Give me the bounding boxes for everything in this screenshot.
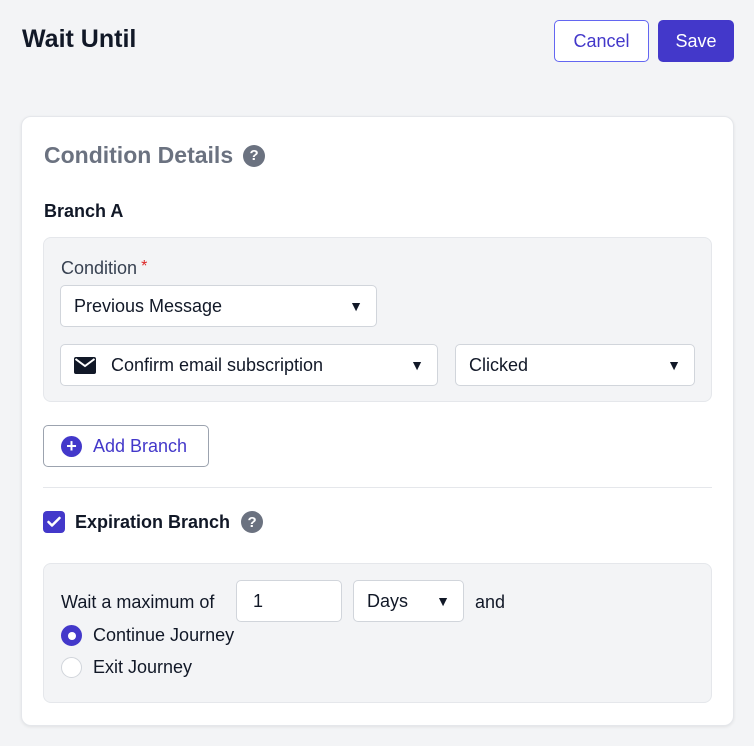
expiration-box: Wait a maximum of Days ▼ and Continue Jo…: [43, 563, 712, 703]
branch-a-box: Condition * Previous Message ▼ Confirm em…: [43, 237, 712, 402]
action-select[interactable]: Clicked ▼: [455, 344, 695, 386]
question-circle-icon[interactable]: ?: [241, 511, 264, 533]
section-title: Condition Details ?: [44, 142, 266, 169]
caret-down-icon: ▼: [436, 593, 450, 609]
radio-continue[interactable]: [61, 625, 82, 646]
checkmark-icon: [47, 516, 61, 527]
add-branch-label: Add Branch: [93, 435, 188, 456]
question-circle-icon[interactable]: ?: [243, 144, 266, 167]
wait-prefix: Wait a maximum of: [61, 592, 215, 612]
caret-down-icon: ▼: [349, 298, 363, 314]
condition-label-text: Condition: [61, 258, 138, 278]
condition-details-card: Condition Details ? Branch A Condition * …: [21, 116, 734, 726]
message-select[interactable]: Confirm email subscription ▼: [60, 344, 438, 386]
caret-down-icon: ▼: [410, 357, 424, 373]
plus-circle-icon: +: [61, 435, 82, 457]
continue-journey-option[interactable]: Continue Journey: [61, 625, 234, 646]
expiration-checkbox[interactable]: [43, 511, 65, 533]
continue-journey-label: Continue Journey: [93, 625, 235, 645]
branch-label: Branch A: [44, 201, 124, 221]
exit-journey-option[interactable]: Exit Journey: [61, 657, 192, 678]
condition-label: Condition *: [61, 258, 147, 279]
message-select-value: Confirm email subscription: [111, 354, 324, 375]
action-select-value: Clicked: [469, 354, 529, 375]
cancel-button[interactable]: Cancel: [554, 20, 649, 62]
unit-select-value: Days: [367, 590, 409, 611]
page-title: Wait Until: [22, 25, 137, 53]
expiration-branch-row: Expiration Branch ?: [43, 511, 264, 533]
wait-amount-input[interactable]: [236, 580, 342, 622]
unit-select[interactable]: Days ▼: [353, 580, 464, 622]
caret-down-icon: ▼: [667, 357, 681, 373]
exit-journey-label: Exit Journey: [93, 657, 193, 677]
mail-icon: [74, 356, 96, 374]
condition-select-value: Previous Message: [74, 295, 223, 316]
add-branch-button[interactable]: + Add Branch: [43, 425, 209, 467]
wait-suffix: and: [475, 592, 506, 612]
required-mark: *: [141, 258, 148, 275]
radio-exit[interactable]: [61, 657, 82, 678]
section-title-text: Condition Details: [44, 142, 234, 168]
divider: [43, 487, 712, 488]
save-button[interactable]: Save: [658, 20, 734, 62]
expiration-label: Expiration Branch: [75, 511, 231, 532]
condition-select[interactable]: Previous Message ▼: [60, 285, 377, 327]
